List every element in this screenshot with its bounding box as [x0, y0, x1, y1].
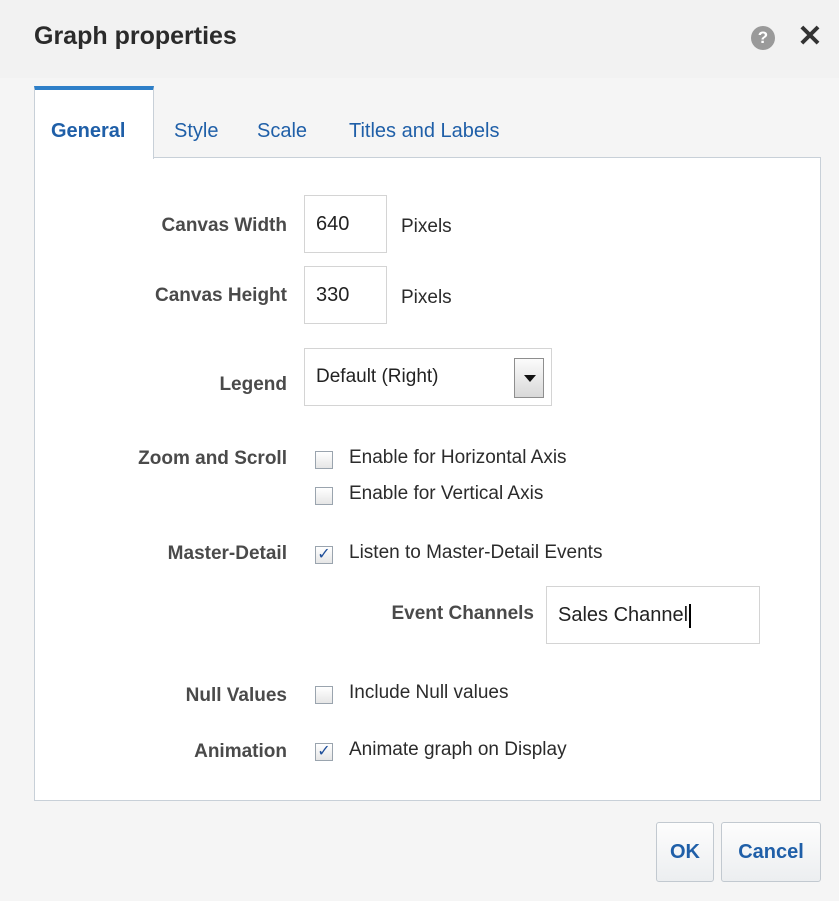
general-tab-panel: [34, 157, 821, 801]
dropdown-arrow-icon[interactable]: [514, 358, 544, 398]
animate-graph-checkbox[interactable]: ✓: [315, 743, 333, 761]
listen-master-detail-checkbox[interactable]: ✓: [315, 546, 333, 564]
legend-select[interactable]: Default (Right): [304, 348, 552, 406]
vertical-axis-checkbox[interactable]: [315, 487, 333, 505]
tab-general-label: General: [51, 120, 126, 142]
animate-graph-label: Animate graph on Display: [349, 739, 567, 760]
ok-button[interactable]: OK: [656, 822, 714, 882]
tab-titles-and-labels[interactable]: Titles and Labels: [349, 120, 499, 143]
close-icon[interactable]: ✕: [796, 22, 824, 52]
vertical-axis-label: Enable for Vertical Axis: [349, 483, 544, 504]
master-detail-label: Master-Detail: [167, 543, 287, 564]
horizontal-axis-label: Enable for Horizontal Axis: [349, 447, 567, 468]
legend-selected-value: Default (Right): [316, 366, 439, 387]
tab-general[interactable]: General: [34, 86, 154, 159]
canvas-width-label: Canvas Width: [161, 215, 287, 236]
tab-style[interactable]: Style: [174, 120, 218, 143]
horizontal-axis-checkbox[interactable]: [315, 451, 333, 469]
canvas-height-unit: Pixels: [401, 287, 452, 308]
canvas-height-input[interactable]: 330: [304, 266, 387, 324]
canvas-width-input[interactable]: 640: [304, 195, 387, 253]
animation-label: Animation: [194, 741, 287, 762]
listen-master-detail-label: Listen to Master-Detail Events: [349, 542, 603, 563]
help-icon[interactable]: ?: [751, 26, 775, 50]
text-cursor: [689, 603, 692, 628]
legend-label: Legend: [219, 374, 287, 395]
event-channels-label: Event Channels: [391, 603, 534, 624]
cancel-button[interactable]: Cancel: [721, 822, 821, 882]
dialog-titlebar: Graph properties ? ✕: [0, 0, 839, 78]
null-values-label: Null Values: [185, 685, 287, 706]
canvas-width-unit: Pixels: [401, 216, 452, 237]
canvas-height-label: Canvas Height: [155, 285, 287, 306]
tab-strip: General Style Scale Titles and Labels: [34, 86, 821, 159]
dialog-title: Graph properties: [34, 22, 237, 50]
zoom-scroll-label: Zoom and Scroll: [138, 448, 287, 469]
tab-scale[interactable]: Scale: [257, 120, 307, 143]
event-channels-input[interactable]: Sales Channel: [546, 586, 760, 644]
graph-properties-dialog: Graph properties ? ✕ General Style Scale…: [0, 0, 839, 901]
event-channels-value: Sales Channel: [558, 604, 689, 626]
include-null-label: Include Null values: [349, 682, 509, 703]
include-null-checkbox[interactable]: [315, 686, 333, 704]
